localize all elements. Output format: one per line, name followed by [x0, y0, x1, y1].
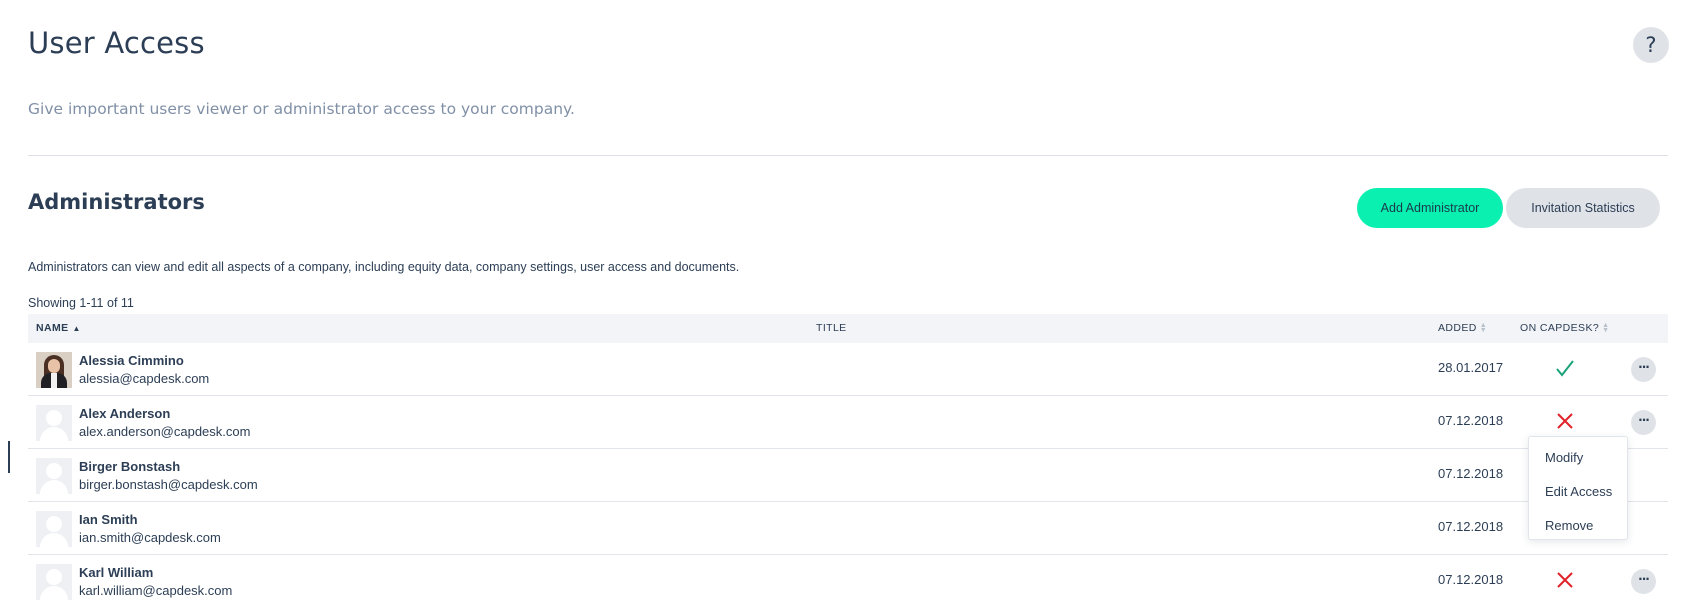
- added-date: 07.12.2018: [1438, 519, 1504, 534]
- user-name: Birger Bonstash: [79, 459, 181, 474]
- added-date: 07.12.2018: [1438, 413, 1504, 428]
- added-date: 07.12.2018: [1438, 572, 1504, 587]
- focus-indicator: [8, 441, 10, 473]
- user-email: ian.smith@capdesk.com: [79, 530, 221, 545]
- row-actions-button[interactable]: ···: [1631, 410, 1656, 435]
- menu-item-modify[interactable]: Modify: [1545, 450, 1583, 465]
- user-placeholder-icon: [36, 564, 72, 600]
- user-name: Alessia Cimmino: [79, 353, 184, 368]
- menu-item-edit-access[interactable]: Edit Access: [1545, 484, 1612, 499]
- row-actions-button[interactable]: ···: [1631, 357, 1656, 382]
- user-placeholder-icon: [36, 458, 72, 494]
- pagination-summary: Showing 1-11 of 11: [28, 296, 134, 310]
- table-row: Alessia Cimmino alessia@capdesk.com 28.0…: [28, 343, 1668, 396]
- sort-icon: ▲ ▼: [1602, 322, 1610, 335]
- page-subtitle: Give important users viewer or administr…: [28, 100, 575, 118]
- added-date: 28.01.2017: [1438, 360, 1504, 375]
- user-name: Ian Smith: [79, 512, 138, 527]
- help-icon: ?: [1645, 33, 1657, 57]
- check-icon: [1556, 360, 1574, 377]
- administrators-table: NAME ▲ TITLE ADDED ▲ ▼ ON CAPDESK? ▲ ▼ Alessi…: [28, 314, 1668, 603]
- user-email: karl.william@capdesk.com: [79, 583, 233, 598]
- user-name: Karl William: [79, 565, 154, 580]
- menu-item-remove[interactable]: Remove: [1545, 518, 1593, 533]
- column-header-title: TITLE: [816, 322, 847, 334]
- page-title: User Access: [28, 26, 205, 60]
- user-name: Alex Anderson: [79, 406, 171, 421]
- avatar: [36, 352, 72, 388]
- table-row: Karl William karl.william@capdesk.com 07…: [28, 555, 1668, 603]
- sort-icon: ▲ ▼: [1479, 322, 1488, 335]
- user-email: alex.anderson@capdesk.com: [79, 424, 251, 439]
- divider: [28, 155, 1668, 156]
- table-header: NAME ▲ TITLE ADDED ▲ ▼ ON CAPDESK? ▲ ▼: [28, 314, 1668, 343]
- sort-ascending-icon: ▲: [72, 324, 81, 333]
- user-placeholder-icon: [36, 405, 72, 441]
- cross-icon: [1557, 572, 1573, 588]
- user-access-page: User Access ? Give important users viewe…: [28, 0, 1669, 603]
- column-header-name[interactable]: NAME ▲: [36, 314, 81, 343]
- user-email: alessia@capdesk.com: [79, 371, 210, 386]
- added-date: 07.12.2018: [1438, 466, 1504, 481]
- add-administrator-button[interactable]: Add Administrator: [1357, 188, 1503, 228]
- user-email: birger.bonstash@capdesk.com: [79, 477, 258, 492]
- cross-icon: [1557, 413, 1573, 429]
- user-placeholder-icon: [36, 511, 72, 547]
- section-description: Administrators can view and edit all asp…: [28, 260, 740, 274]
- invitation-statistics-button[interactable]: Invitation Statistics: [1506, 188, 1660, 228]
- row-actions-menu: Modify Edit Access Remove: [1528, 436, 1628, 540]
- section-title: Administrators: [28, 190, 205, 214]
- table-row: Birger Bonstash birger.bonstash@capdesk.…: [28, 449, 1668, 502]
- row-actions-button[interactable]: ···: [1631, 569, 1656, 594]
- column-header-on-capdesk[interactable]: ON CAPDESK? ▲ ▼: [1520, 314, 1609, 343]
- table-row: Alex Anderson alex.anderson@capdesk.com …: [28, 396, 1668, 449]
- table-row: Ian Smith ian.smith@capdesk.com 07.12.20…: [28, 502, 1668, 555]
- help-button[interactable]: ?: [1633, 27, 1669, 63]
- column-header-added[interactable]: ADDED ▲ ▼: [1438, 314, 1487, 343]
